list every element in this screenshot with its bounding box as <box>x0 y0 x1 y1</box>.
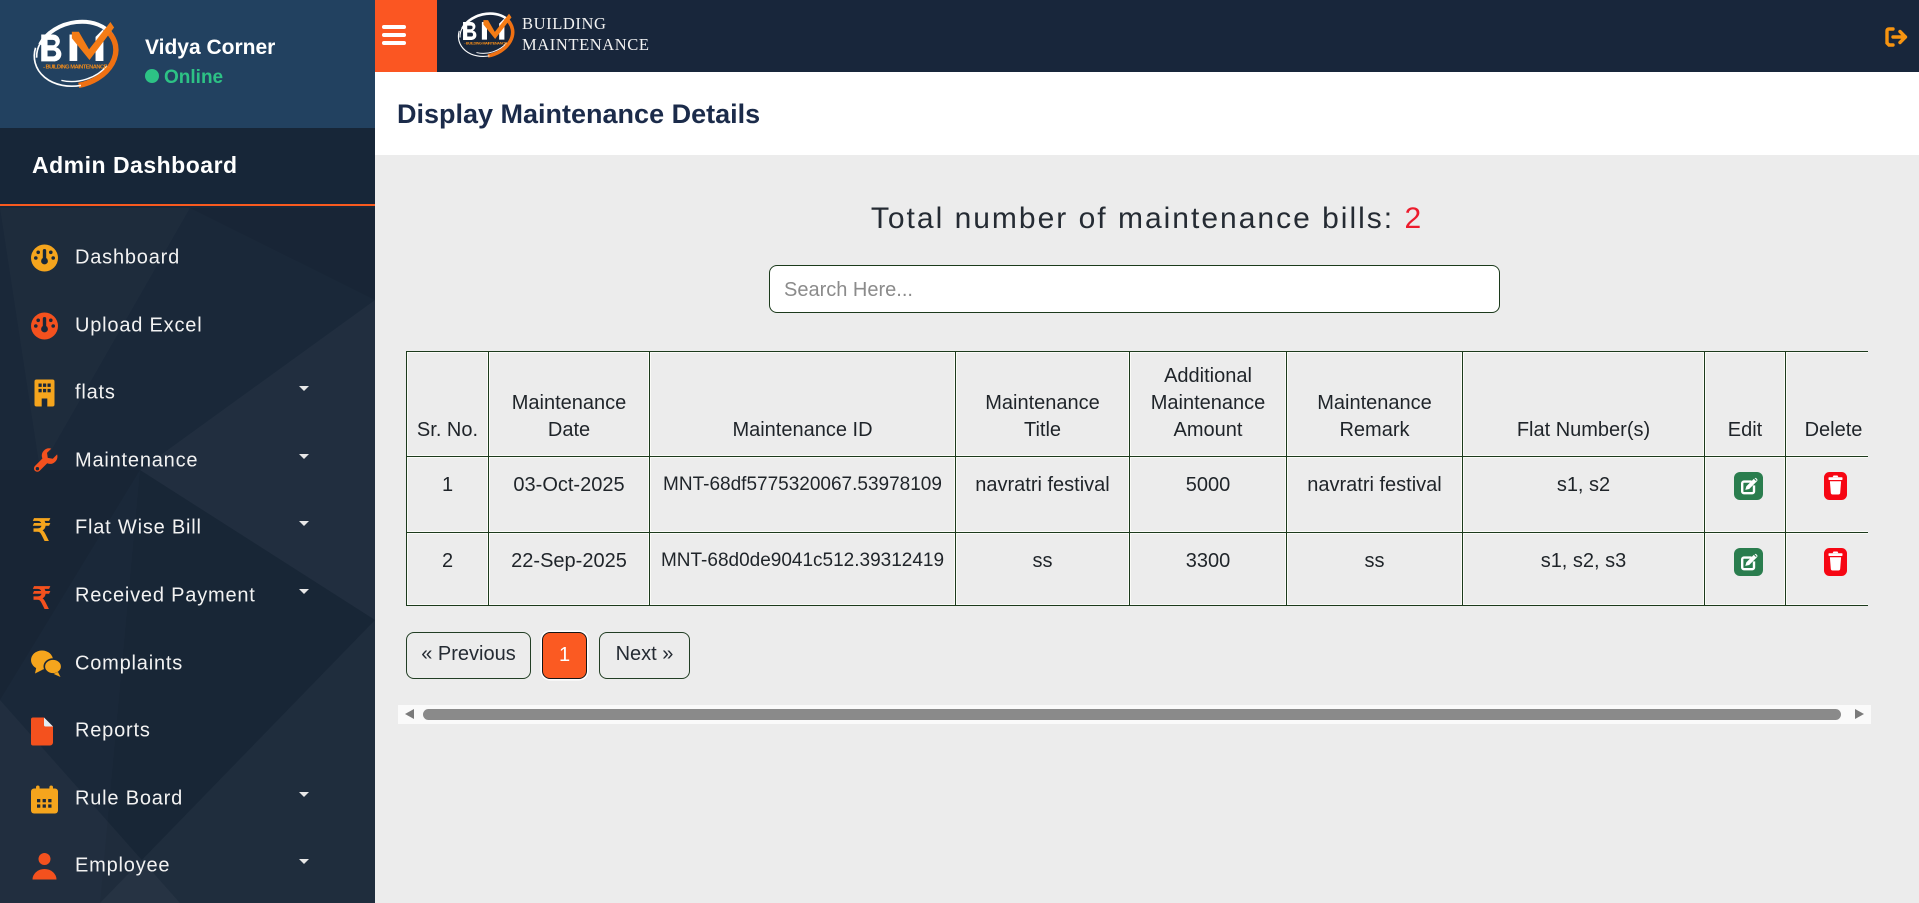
svg-text:- BUILDING MAINTENANCE -: - BUILDING MAINTENANCE - <box>43 64 110 70</box>
svg-text:₹: ₹ <box>32 583 51 614</box>
svg-text:- BUILDING MAINTENANCE -: - BUILDING MAINTENANCE - <box>464 42 509 46</box>
svg-text:₹: ₹ <box>32 515 51 546</box>
